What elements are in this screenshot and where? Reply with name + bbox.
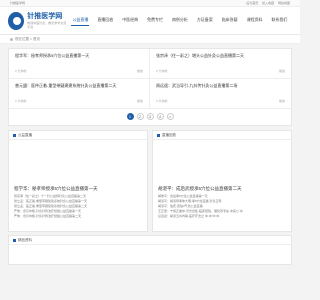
pagination: 1 2 3 4 > xyxy=(9,109,291,125)
video-card[interactable]: 周远遥：武当导引-九抖传针灸公益直播第二场 0 分钟前 播放 xyxy=(150,79,291,109)
nav-item-contact[interactable]: 联系我们 xyxy=(270,15,288,26)
logo-subtitle: 构建中医针灸、推拿学术交流平台 xyxy=(27,20,67,29)
section-marker-icon xyxy=(13,238,16,242)
video-card-title[interactable]: 曾元盟：医仲正着-重型带疑建建系统针灸公益直播第二天 xyxy=(15,83,143,89)
nav-item-classics[interactable]: 中医经典 xyxy=(121,15,139,26)
video-card[interactable]: 张宗泽（住一彩之）增头公益针灸公益直播第二天 0 分钟前 播放 xyxy=(150,49,291,79)
page-button[interactable]: 2 xyxy=(136,113,144,120)
top-bar: 针推医学网 设为首页 加入收藏 网站地图 xyxy=(0,0,300,7)
next-page-button[interactable]: > xyxy=(166,113,174,120)
nav-item-materials[interactable]: 课程资料 xyxy=(246,15,264,26)
video-card-action[interactable]: 播放 xyxy=(279,69,285,73)
live-list-items: 张宗泽（住一彩之）十一针公益特针灸公益直播第二天 张立孟：医正着-重型带疑建建系… xyxy=(9,192,147,221)
nav-item-replay[interactable]: 直播回放 xyxy=(96,15,114,26)
video-card-time: 0 分钟前 xyxy=(15,69,27,73)
list-item[interactable]: 彭远谋：胡湛五州内联-医疗疗法之 中 中 中 中 xyxy=(158,214,286,219)
video-card-time: 0 分钟前 xyxy=(156,99,168,103)
materials-panel: 精品资料 xyxy=(8,235,292,265)
page-button[interactable]: 3 xyxy=(146,113,154,120)
top-link-favorite[interactable]: 加入收藏 xyxy=(262,1,274,5)
video-card-title[interactable]: 周远遥：武当导引-九抖传针灸公益直播第二场 xyxy=(156,83,285,89)
replay-list-header: 直播回放 xyxy=(153,131,291,140)
materials-header: 精品资料 xyxy=(9,236,291,245)
video-card-time: 0 分钟前 xyxy=(156,69,168,73)
location-icon xyxy=(10,37,13,41)
replay-list-heading[interactable]: 直播回放 xyxy=(162,133,176,138)
materials-heading[interactable]: 精品资料 xyxy=(18,238,32,243)
live-list-box: 公益直播 程学华：秘孝师授承5穴位公益直播第一天 张宗泽（住一彩之）十一针公益特… xyxy=(8,130,148,232)
video-card-title[interactable]: 程华军：秘孝师授承5穴位公益直播第一天 xyxy=(15,53,143,59)
section-marker-icon xyxy=(13,133,16,137)
video-panel: 程华军：秘孝师授承5穴位公益直播第一天 0 分钟前 播放 张宗泽（住一彩之）增头公… xyxy=(8,48,292,126)
video-card-action[interactable]: 播放 xyxy=(137,99,143,103)
breadcrumb: 现在位置 > 首页 xyxy=(0,35,300,44)
live-list-heading[interactable]: 公益直播 xyxy=(18,133,32,138)
video-card-title[interactable]: 张宗泽（住一彩之）增头公益针灸公益直播第二天 xyxy=(156,53,285,59)
replay-list-box: 直播回放 胡湛平：成后武授承5穴位公益直播第二天 胡仲平：合后承5穴位公益直播第… xyxy=(152,130,292,232)
video-card[interactable]: 程华军：秘孝师授承5穴位公益直播第一天 0 分钟前 播放 xyxy=(9,49,150,79)
top-links: 设为首页 加入收藏 网站地图 xyxy=(243,1,290,5)
logo-title: 针推医学网 xyxy=(27,12,63,20)
nav-item-qa[interactable]: 临床答疑 xyxy=(221,15,239,26)
page-button[interactable]: 4 xyxy=(156,113,164,120)
section-marker-icon xyxy=(157,133,160,137)
top-link-sitemap[interactable]: 网站地图 xyxy=(278,1,290,5)
nav-item-columns[interactable]: 免费专栏 xyxy=(146,15,164,26)
list-item[interactable]: 严仲：合引中枢-针灸针刺治疗经络公益直播第二天 xyxy=(14,214,142,219)
top-tagline: 针推医学网 xyxy=(10,1,26,5)
nav-item-cases[interactable]: 病例分析 xyxy=(171,15,189,26)
video-card-action[interactable]: 播放 xyxy=(137,69,143,73)
logo-badge-icon xyxy=(8,11,25,30)
top-link-home[interactable]: 设为首页 xyxy=(246,1,258,5)
video-card[interactable]: 曾元盟：医仲正着-重型带疑建建系统针灸公益直播第二天 0 分钟前 播放 xyxy=(9,79,150,109)
live-list-header: 公益直播 xyxy=(9,131,147,140)
nav-item-live[interactable]: 公益直播 xyxy=(71,15,90,26)
video-card-time: 0 分钟前 xyxy=(15,99,27,103)
breadcrumb-text[interactable]: 现在位置 > 首页 xyxy=(15,37,40,42)
page-button[interactable]: 1 xyxy=(126,113,134,120)
replay-list-items: 胡仲平：合后承5穴位公益直播第一天 胡湛平：胡湛导孝仲大明-承5穴位直播 针灸正… xyxy=(153,192,291,221)
video-grid: 程华军：秘孝师授承5穴位公益直播第一天 0 分钟前 播放 张宗泽（住一彩之）增头公… xyxy=(9,49,291,109)
nav-item-formula[interactable]: 方证备案 xyxy=(196,15,214,26)
site-header: 针推医学网 构建中医针灸、推拿学术交流平台 公益直播 直播回放 中医经典 免费专… xyxy=(0,7,300,35)
list-section: 公益直播 程学华：秘孝师授承5穴位公益直播第一天 张宗泽（住一彩之）十一针公益特… xyxy=(8,130,292,232)
main-nav: 公益直播 直播回放 中医经典 免费专栏 病例分析 方证备案 临床答疑 课程资料 … xyxy=(68,15,292,26)
video-card-action[interactable]: 播放 xyxy=(279,99,285,103)
site-logo[interactable]: 针推医学网 构建中医针灸、推拿学术交流平台 xyxy=(8,11,68,30)
